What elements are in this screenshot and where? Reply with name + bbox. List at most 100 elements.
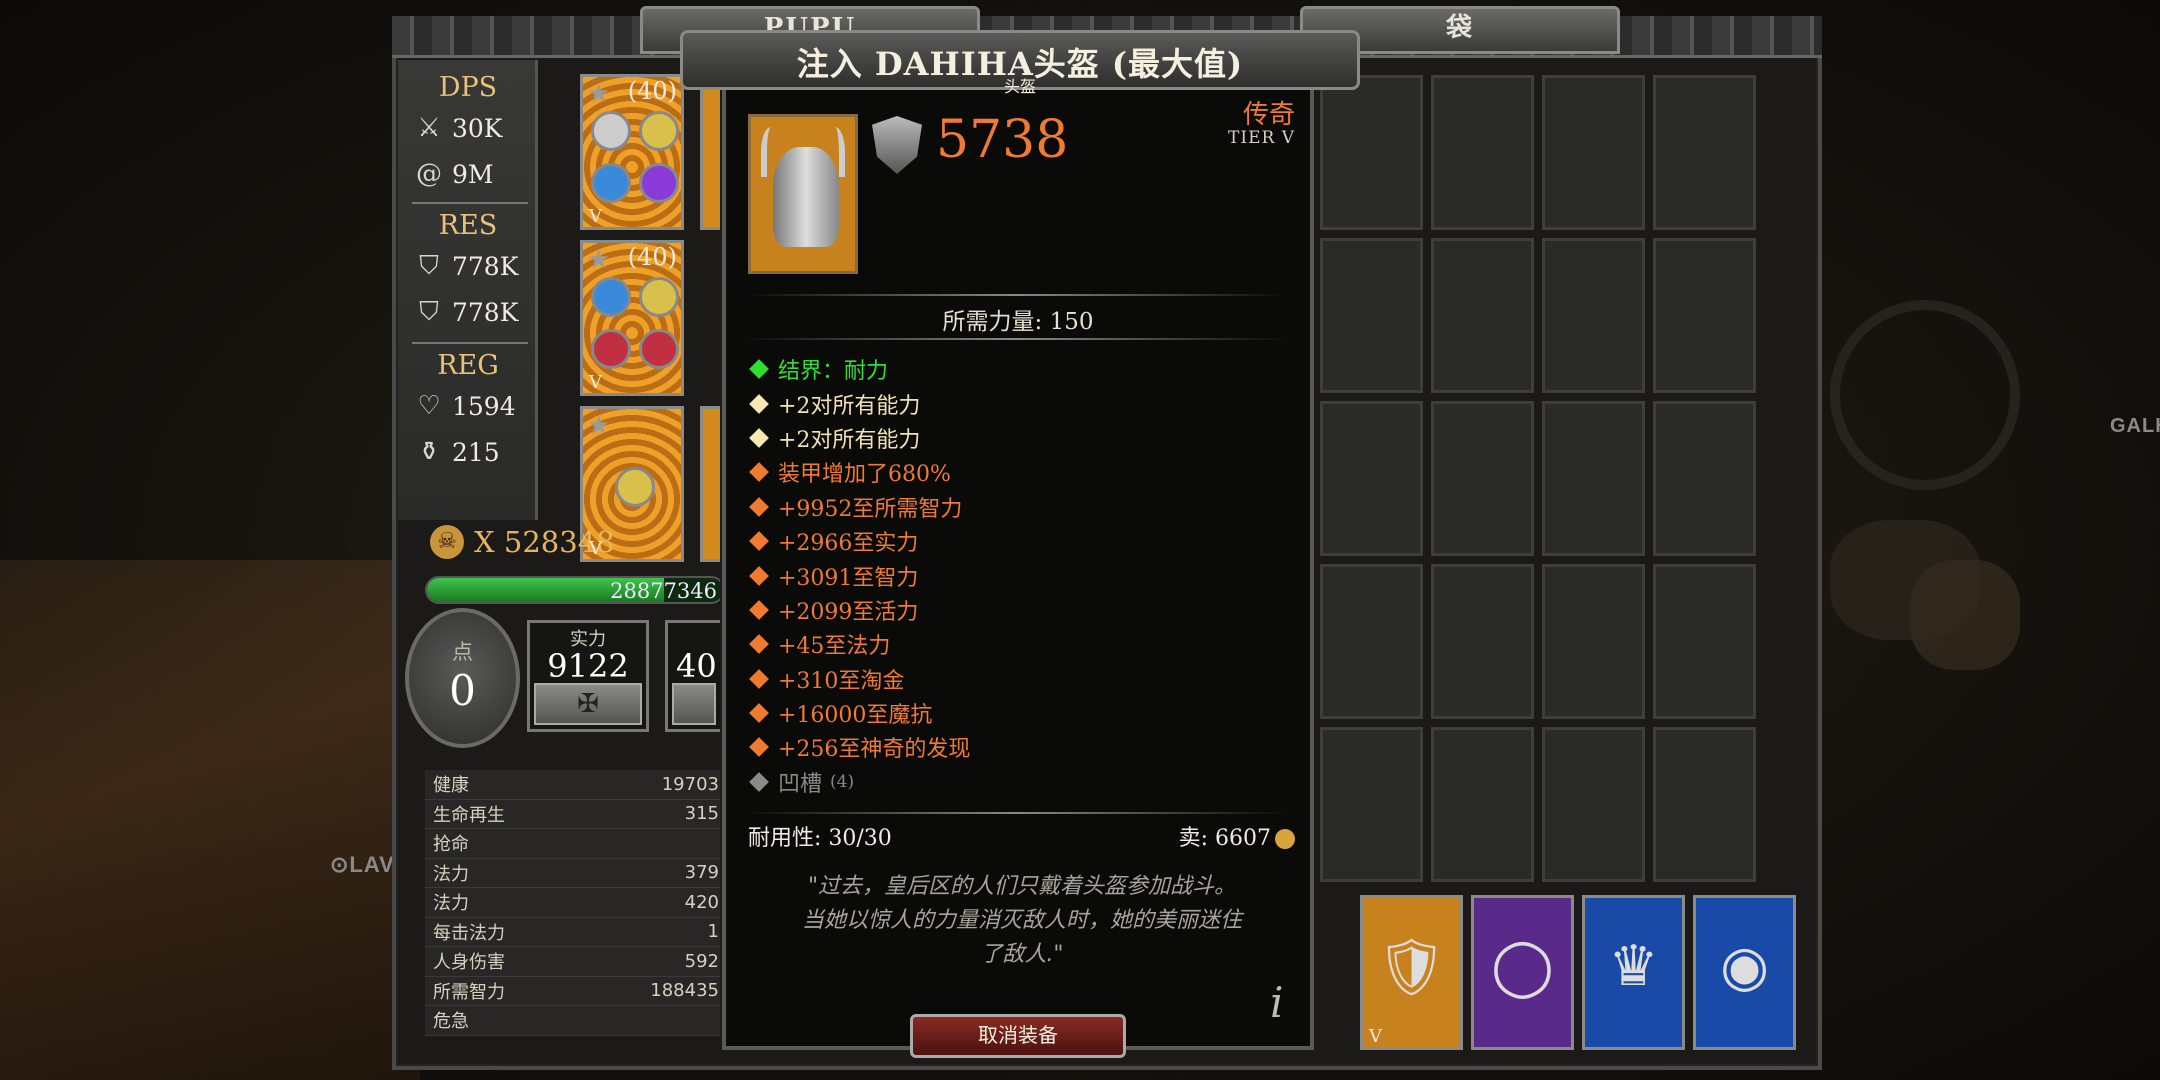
- inventory-slot[interactable]: [1431, 727, 1534, 882]
- chest-armor-icon: 🛡: [1375, 935, 1448, 1000]
- add-attribute-button[interactable]: [672, 683, 716, 725]
- reg-mana: ⚱ 215: [412, 434, 538, 470]
- inventory-slot[interactable]: [1431, 564, 1534, 719]
- affix-line: +45至法力: [748, 627, 1288, 661]
- stat-name: 所需智力: [433, 981, 505, 1003]
- stat-value: 379: [684, 862, 719, 884]
- durability-label: 耐用性: 30/30: [748, 826, 892, 851]
- affix-line: 结界：耐力: [748, 352, 1288, 386]
- inventory-slot[interactable]: [1320, 564, 1423, 719]
- inventory-slot[interactable]: [1431, 238, 1534, 393]
- tooltip-title-bar: 注入 DAHIHA头盔 (最大值) 头盔: [680, 30, 1360, 96]
- stat-row: 法力 379: [425, 858, 725, 888]
- spiral-magic-icon: @: [416, 159, 442, 189]
- diamond-bullet-icon: [749, 600, 769, 620]
- inventory-slot[interactable]: [1653, 727, 1756, 882]
- skull-counter: ☠ X 528348: [430, 525, 615, 559]
- diamond-bullet-icon: [749, 737, 769, 758]
- inventory-slot[interactable]: [1542, 75, 1645, 230]
- shield-magic-icon: ⛉: [419, 297, 439, 327]
- inventory-slot[interactable]: [1542, 727, 1645, 882]
- unequip-button[interactable]: 取消装备: [910, 1014, 1126, 1058]
- gem-socket-slot[interactable]: ★ (40) V: [580, 74, 684, 230]
- gem-icon: [639, 277, 679, 317]
- equip-slot-crown-gem[interactable]: ♛: [1582, 895, 1685, 1050]
- helmet-item-icon: [748, 114, 858, 274]
- inventory-slot[interactable]: [1320, 727, 1423, 882]
- diamond-bullet-icon: [749, 359, 769, 380]
- dps-magic: @ 9M: [412, 156, 538, 192]
- mana-flask-icon: ⚱: [418, 437, 440, 467]
- inventory-slot[interactable]: [1653, 75, 1756, 230]
- flavor-text: "过去，皇后区的人们只戴着头盔参加战斗。 当她以惊人的力量消灭敌人时，她的美丽迷…: [801, 874, 1242, 967]
- gem-socket-slot[interactable]: ★ V: [580, 406, 684, 562]
- crown-gem-icon: ♛: [1608, 934, 1659, 999]
- stats-panel: DPS ⚔ 30K @ 9M RES ⛉ 778K ⛉ 778K REG ♡ 1…: [398, 60, 538, 520]
- diamond-bullet-icon: [749, 393, 769, 414]
- affix-list: 结界：耐力 +2对所有能力 +2对所有能力 装甲增加了680% +9952至所需智力 +2…: [748, 352, 1288, 799]
- gold-coin-icon: [1275, 829, 1295, 849]
- stat-name: 危急: [433, 1011, 469, 1033]
- inventory-slot[interactable]: [1542, 401, 1645, 556]
- shield-sword-icon: ⛉: [419, 251, 439, 281]
- background-wood-scene: [0, 560, 420, 1080]
- res-title: RES: [438, 210, 498, 241]
- heart-icon: ♡: [417, 391, 441, 421]
- affix-line: 凹槽 (4): [748, 765, 1288, 799]
- res-physical: ⛉ 778K: [412, 248, 538, 284]
- experience-bar: 28877346: [425, 576, 725, 604]
- inventory-grid: [1209, 75, 1797, 890]
- inventory-slot[interactable]: [1653, 564, 1756, 719]
- stat-row: 生命再生 315: [425, 799, 725, 829]
- inventory-slot[interactable]: [1431, 75, 1534, 230]
- star-icon: ★: [587, 411, 611, 441]
- equip-slot-ring[interactable]: ◉: [1693, 895, 1796, 1050]
- stat-name: 人身伤害: [433, 952, 505, 974]
- stat-row: 每击法力 1: [425, 917, 725, 947]
- stat-name: 抢命: [433, 834, 469, 856]
- stat-row: 所需智力 188435: [425, 976, 725, 1006]
- stat-value: 1: [707, 921, 719, 943]
- gem-icon: [591, 329, 631, 369]
- gem-socket-slot[interactable]: ★ (40) V: [580, 240, 684, 396]
- affix-line: +3091至智力: [748, 558, 1288, 592]
- equip-slot-chest-armor[interactable]: 🛡 V: [1360, 895, 1463, 1050]
- inventory-slot[interactable]: [1542, 564, 1645, 719]
- inventory-slot[interactable]: [1431, 401, 1534, 556]
- mirror-icon: ◯: [1491, 934, 1554, 999]
- stat-row: 法力 420: [425, 888, 725, 918]
- reg-health: ♡ 1594: [412, 388, 538, 424]
- attribute-next: 40: [665, 620, 723, 732]
- inventory-slot[interactable]: [1542, 238, 1645, 393]
- inventory-slot[interactable]: [1653, 401, 1756, 556]
- dps-physical: ⚔ 30K: [412, 110, 538, 146]
- stat-value: 315: [684, 803, 719, 825]
- res-magic: ⛉ 778K: [412, 294, 538, 330]
- add-strength-button[interactable]: ✠: [534, 683, 642, 725]
- affix-line: +2对所有能力: [748, 421, 1288, 455]
- gem-icon: [639, 329, 679, 369]
- info-icon[interactable]: i: [1270, 978, 1283, 1027]
- tier-label: TIER V: [1228, 128, 1295, 148]
- stat-row: 抢命: [425, 829, 725, 859]
- star-icon: ★: [587, 79, 611, 109]
- divider: [746, 338, 1286, 340]
- diamond-bullet-icon: [749, 565, 769, 586]
- attribute-strength: 实力 9122 ✠: [527, 620, 649, 732]
- stat-name: 法力: [433, 863, 469, 885]
- affix-line: +9952至所需智力: [748, 490, 1288, 524]
- inventory-slot[interactable]: [1320, 238, 1423, 393]
- character-stat-list: 健康 19703 生命再生 315 抢命 法力 379 法力 420 每击法力 1 人身伤害 592 所需…: [425, 770, 725, 1036]
- reg-title: REG: [437, 350, 499, 381]
- inventory-slot[interactable]: [1653, 238, 1756, 393]
- inventory-slot[interactable]: [1320, 75, 1423, 230]
- inventory-slot[interactable]: [1320, 401, 1423, 556]
- affix-line: +2对所有能力: [748, 386, 1288, 420]
- diamond-bullet-icon: [749, 634, 769, 655]
- equip-slot-mirror[interactable]: ◯: [1471, 895, 1574, 1050]
- diamond-bullet-icon: [749, 703, 769, 723]
- requirement-line: 所需力量: 150: [942, 309, 1094, 335]
- background-barrel: [1910, 560, 2020, 670]
- divider: [412, 202, 528, 204]
- ring-icon: ◉: [1720, 934, 1769, 999]
